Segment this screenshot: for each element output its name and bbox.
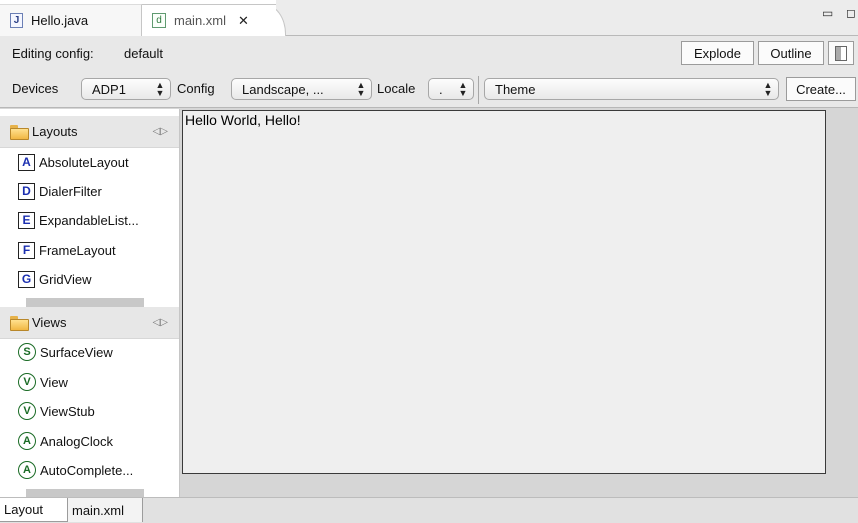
layout-glyph-icon: G bbox=[18, 270, 35, 288]
palette-item-label: View bbox=[40, 374, 68, 390]
collapse-arrows-icon[interactable]: ◁▷ bbox=[153, 126, 168, 137]
combo-arrows-icon: ▲ ▼ bbox=[763, 80, 773, 98]
config-value: Landscape, ... bbox=[242, 81, 324, 97]
palette-item-label: ViewStub bbox=[40, 403, 95, 419]
layout-editor-toolbar: Editing config: default Explode Outline … bbox=[0, 36, 858, 108]
view-glyph-icon: V bbox=[18, 402, 36, 420]
explode-button[interactable]: Explode bbox=[681, 41, 754, 65]
tab-layout[interactable]: Layout bbox=[0, 498, 68, 522]
palette-item-gridview[interactable]: G GridView bbox=[18, 269, 92, 289]
combo-arrows-icon: ▲ ▼ bbox=[356, 80, 366, 98]
tab-bar-background bbox=[276, 0, 858, 35]
folder-open-icon bbox=[10, 125, 29, 140]
devices-value: ADP1 bbox=[92, 81, 126, 97]
palette-item-autocomplete[interactable]: A AutoComplete... bbox=[18, 460, 133, 480]
palette-item-label: AbsoluteLayout bbox=[39, 154, 129, 170]
java-file-icon: J bbox=[10, 13, 23, 28]
palette-item-label: FrameLayout bbox=[39, 242, 116, 258]
combo-arrows-icon: ▲ ▼ bbox=[458, 80, 468, 98]
editor-tab-bar: J Hello.java d main.xml ✕ ▭ ◻ bbox=[0, 0, 858, 36]
palette-item-label: GridView bbox=[39, 271, 92, 287]
outline-button[interactable]: Outline bbox=[758, 41, 824, 65]
palette-item-viewstub[interactable]: V ViewStub bbox=[18, 401, 95, 421]
view-glyph-icon: A bbox=[18, 461, 36, 479]
palette-item-label: SurfaceView bbox=[40, 344, 113, 360]
palette-item-absolutelayout[interactable]: A AbsoluteLayout bbox=[18, 152, 129, 172]
palette-item-view[interactable]: V View bbox=[18, 372, 68, 392]
tab-label: main.xml bbox=[174, 13, 227, 28]
view-glyph-icon: S bbox=[18, 343, 36, 361]
layout-glyph-icon: E bbox=[18, 211, 35, 229]
layouts-section-header[interactable]: Layouts ◁▷ bbox=[0, 116, 179, 148]
palette-item-label: AutoComplete... bbox=[40, 462, 134, 478]
devices-label: Devices bbox=[12, 81, 59, 96]
locale-combo[interactable]: . ▲ ▼ bbox=[428, 78, 474, 100]
collapse-arrows-icon[interactable]: ◁▷ bbox=[153, 317, 168, 328]
create-button[interactable]: Create... bbox=[786, 77, 856, 101]
device-row: Devices ADP1 ▲ ▼ Config Landscape, ... ▲ ▼… bbox=[0, 72, 858, 108]
locale-label: Locale bbox=[377, 81, 416, 96]
view-glyph-icon: V bbox=[18, 373, 36, 391]
clipped-palette-item bbox=[26, 489, 144, 497]
folder-open-icon bbox=[10, 316, 29, 331]
layout-toggle-button[interactable] bbox=[828, 41, 854, 65]
views-section-header[interactable]: Views ◁▷ bbox=[0, 307, 179, 339]
xml-file-icon: d bbox=[152, 13, 166, 28]
editor-bottom-tabs: Layout main.xml bbox=[0, 497, 858, 523]
tab-main-xml-source[interactable]: main.xml bbox=[68, 498, 143, 522]
palette-item-label: AnalogClock bbox=[40, 433, 113, 449]
combo-arrows-icon: ▲ ▼ bbox=[155, 80, 165, 98]
palette-item-label: ExpandableList... bbox=[39, 212, 139, 228]
minimize-icon[interactable]: ▭ bbox=[822, 6, 833, 20]
palette-item-framelayout[interactable]: F FrameLayout bbox=[18, 240, 116, 260]
tab-main-xml[interactable]: d main.xml ✕ bbox=[142, 4, 276, 36]
toolbar-separator bbox=[478, 76, 479, 104]
layouts-section-title: Layouts bbox=[32, 124, 78, 139]
palette-item-dialerfilter[interactable]: D DialerFilter bbox=[18, 181, 102, 201]
config-combo[interactable]: Landscape, ... ▲ ▼ bbox=[231, 78, 372, 100]
palette-item-label: DialerFilter bbox=[39, 183, 102, 199]
canvas-textview[interactable]: Hello World, Hello! bbox=[185, 112, 301, 128]
tab-label: Hello.java bbox=[31, 13, 89, 28]
views-section-title: Views bbox=[32, 315, 67, 330]
locale-value: . bbox=[439, 81, 443, 97]
editing-config-label: Editing config: bbox=[12, 46, 94, 61]
maximize-icon[interactable]: ◻ bbox=[846, 6, 856, 20]
layout-toggle-icon bbox=[835, 45, 847, 61]
view-glyph-icon: A bbox=[18, 432, 36, 450]
palette-item-surfaceview[interactable]: S SurfaceView bbox=[18, 342, 113, 362]
config-label: Config bbox=[177, 81, 215, 96]
clipped-palette-item bbox=[26, 298, 144, 307]
theme-value: Theme bbox=[495, 81, 536, 97]
config-row: Editing config: default Explode Outline bbox=[0, 36, 858, 72]
layout-canvas[interactable]: Hello World, Hello! bbox=[182, 110, 826, 474]
devices-combo[interactable]: ADP1 ▲ ▼ bbox=[81, 78, 171, 100]
tab-hello-java[interactable]: J Hello.java bbox=[0, 4, 142, 36]
layout-glyph-icon: F bbox=[18, 241, 35, 259]
palette-item-expandablelist[interactable]: E ExpandableList... bbox=[18, 210, 139, 230]
editing-config-value: default bbox=[124, 46, 164, 61]
layout-glyph-icon: A bbox=[18, 153, 35, 171]
theme-combo[interactable]: Theme ▲ ▼ bbox=[484, 78, 779, 100]
close-tab-icon[interactable]: ✕ bbox=[238, 13, 249, 29]
palette-item-analogclock[interactable]: A AnalogClock bbox=[18, 431, 113, 451]
palette-panel: Layouts ◁▷ A AbsoluteLayout D DialerFilt… bbox=[0, 109, 180, 497]
layout-glyph-icon: D bbox=[18, 182, 35, 200]
